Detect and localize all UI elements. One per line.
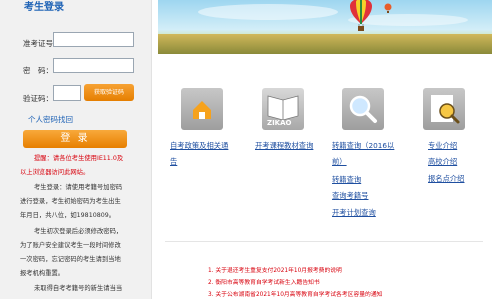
login-tip-8: 未取得自考考籍号的新生请当当 — [34, 285, 123, 292]
exam-no-query-link[interactable]: 查询考籍号 — [332, 191, 368, 201]
login-title: 考生登录 — [24, 2, 64, 13]
intro-icon[interactable] — [423, 88, 465, 130]
login-tip-2: 进行登录，考生初始密码为考生出生 — [20, 198, 121, 205]
textbook-icon[interactable]: ZIKAO — [262, 88, 304, 130]
captcha-label: 验证码： — [23, 94, 53, 103]
divider — [165, 241, 483, 242]
login-tip-3: 年月日，共八位，如19810809。 — [20, 212, 116, 219]
major-intro-link[interactable]: 专业介绍 — [428, 141, 457, 151]
policy-link-cont[interactable]: 告 — [170, 157, 177, 167]
transfer-icon[interactable] — [342, 88, 384, 130]
forgot-password-link[interactable]: 个人密码找回 — [28, 114, 73, 125]
login-button[interactable]: 登 录 — [23, 130, 127, 148]
report-intro-link[interactable]: 报名点介绍 — [428, 174, 464, 184]
banner-image — [158, 0, 492, 54]
login-tip-7: 报考机构重置。 — [20, 270, 65, 277]
login-tip-4: 考生初次登录后必须修改密码， — [34, 228, 123, 235]
transfer-query-2016-link[interactable]: 转籍查询（2016以 — [332, 141, 394, 151]
login-panel: 考生登录 准考证号： 密 码： 验证码： 获取验证码 个人密码找回 登 录 提醒… — [0, 0, 152, 299]
captcha-input[interactable] — [53, 85, 81, 101]
news-item[interactable]: 3. 关于公布湖南省2021年10月高等教育自学考试各考区容量的通知 — [208, 289, 382, 298]
zikao-label: ZIKAO — [267, 119, 292, 127]
login-tip-6: 一次密码，忘记密码的考生请到当地 — [20, 256, 121, 263]
transfer-query-2016-link-cont[interactable]: 前） — [332, 157, 347, 167]
magnifier-icon — [349, 95, 377, 123]
get-captcha-button[interactable]: 获取验证码 — [84, 84, 134, 101]
exam-no-input[interactable] — [53, 32, 134, 47]
textbook-query-link[interactable]: 开考课程教材查询 — [255, 141, 313, 151]
search-document-icon — [431, 95, 460, 124]
policy-link[interactable]: 自考政策及相关通 — [170, 141, 228, 151]
browser-tip-1: 提醒：请各位考生使用IE11.0及 — [34, 155, 124, 162]
school-intro-link[interactable]: 高校介绍 — [428, 157, 457, 167]
news-item[interactable]: 1. 关于退还考生重复支付2021年10月报考费的说明 — [208, 265, 342, 274]
password-input[interactable] — [53, 58, 134, 73]
transfer-query-link[interactable]: 转籍查询 — [332, 175, 361, 185]
login-tip-1: 考生登录：请使用考籍号加密码 — [34, 184, 123, 191]
house-icon — [193, 101, 211, 119]
page: 考生登录 准考证号： 密 码： 验证码： 获取验证码 个人密码找回 登 录 提醒… — [0, 0, 500, 299]
password-label: 密 码： — [23, 66, 53, 75]
login-tip-5: 为了账户安全建议考生一段时间修改 — [20, 242, 121, 249]
news-item[interactable]: 2. 衡阳市高等教育自学考试新生入籍告知书 — [208, 277, 320, 286]
grass-field — [158, 34, 492, 54]
plan-query-link[interactable]: 开考计划查询 — [332, 208, 376, 218]
policy-icon[interactable] — [181, 88, 223, 130]
browser-tip-2: 以上浏览器访问此网站。 — [20, 169, 90, 176]
